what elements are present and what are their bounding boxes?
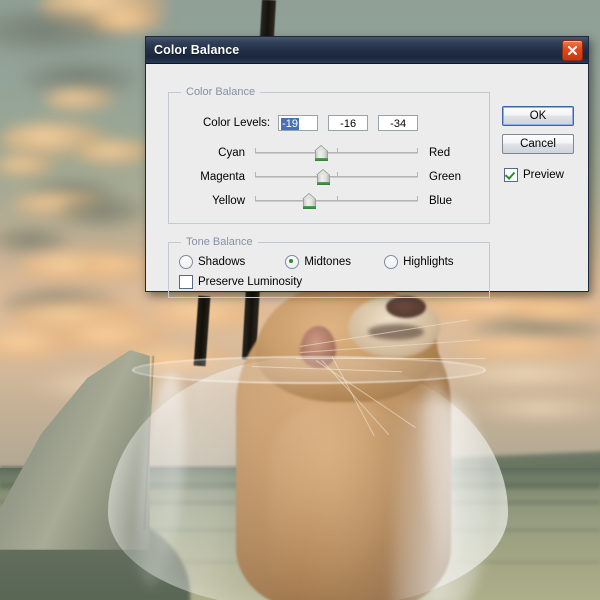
slider-row-yellow-blue: Yellow Blue xyxy=(177,191,481,211)
slider-track-cyan-red[interactable] xyxy=(255,144,418,162)
dialog-titlebar[interactable]: Color Balance xyxy=(146,37,588,64)
radio-midtones-label: Midtones xyxy=(304,256,351,268)
slider-track-magenta-green[interactable] xyxy=(255,168,418,186)
slider-thumb-yellow-blue[interactable] xyxy=(301,193,317,209)
ok-button[interactable]: OK xyxy=(502,106,574,126)
slider-thumb-magenta-green[interactable] xyxy=(316,169,331,185)
radio-highlights[interactable]: Highlights xyxy=(384,255,479,269)
slider-tick-right xyxy=(417,148,418,153)
rodent-mouth xyxy=(368,324,424,340)
color-level-input-cyan-red[interactable]: -19 xyxy=(278,115,319,131)
slider-tick-left xyxy=(255,196,256,201)
radio-highlights-label: Highlights xyxy=(403,256,454,268)
color-levels-row: Color Levels: -19 -16 -34 xyxy=(203,115,428,131)
color-level-input-yellow-blue[interactable]: -34 xyxy=(378,115,419,131)
slider-track-yellow-blue[interactable] xyxy=(255,192,418,210)
radio-shadows[interactable]: Shadows xyxy=(179,255,285,269)
cloud xyxy=(56,196,146,228)
checkbox-icon-checked xyxy=(504,168,518,182)
slider-tick-left xyxy=(255,172,256,177)
slider-label-magenta: Magenta xyxy=(200,171,245,183)
slider-label-blue: Blue xyxy=(429,195,453,207)
preview-checkbox[interactable]: Preview xyxy=(504,168,564,182)
tone-balance-group: Tone Balance Shadows Midtones Highlights… xyxy=(168,236,490,298)
radio-midtones[interactable]: Midtones xyxy=(285,255,384,269)
slider-tick-mid xyxy=(336,172,338,177)
slider-row-cyan-red: Cyan Red xyxy=(177,143,481,163)
cloud xyxy=(470,398,600,420)
slider-thumb-cyan-red[interactable] xyxy=(314,145,329,161)
cloud xyxy=(44,88,118,112)
radio-shadows-label: Shadows xyxy=(198,256,246,268)
radio-icon xyxy=(179,255,193,269)
checkbox-icon xyxy=(179,275,193,289)
cancel-button[interactable]: Cancel xyxy=(502,134,574,154)
close-icon[interactable] xyxy=(562,40,583,61)
slider-tick-mid xyxy=(336,148,338,153)
color-balance-group: Color Balance Color Levels: -19 -16 -34 … xyxy=(168,86,490,224)
slider-label-cyan: Cyan xyxy=(218,147,245,159)
radio-icon xyxy=(384,255,399,269)
slider-label-yellow: Yellow xyxy=(212,195,245,207)
dialog-body: Color Balance Color Levels: -19 -16 -34 … xyxy=(146,64,588,298)
preserve-luminosity-label: Preserve Luminosity xyxy=(198,276,303,288)
preview-label: Preview xyxy=(523,169,564,181)
slider-tick-left xyxy=(255,148,256,153)
color-level-input-magenta-green[interactable]: -16 xyxy=(328,115,369,131)
dialog-title: Color Balance xyxy=(154,43,240,57)
slider-label-red: Red xyxy=(429,147,451,159)
tone-balance-options: Shadows Midtones Highlights xyxy=(179,255,479,269)
slider-row-magenta-green: Magenta Green xyxy=(177,167,481,187)
slider-tick-right xyxy=(417,172,418,177)
slider-label-green: Green xyxy=(429,171,461,183)
slider-tick-right xyxy=(417,196,418,201)
tone-balance-group-legend: Tone Balance xyxy=(181,236,258,248)
preserve-luminosity-checkbox[interactable]: Preserve Luminosity xyxy=(179,275,302,289)
color-balance-dialog: Color Balance Color Balance Color Levels… xyxy=(145,36,589,298)
color-balance-group-legend: Color Balance xyxy=(181,86,261,98)
radio-icon-selected xyxy=(285,255,300,269)
slider-tick-mid xyxy=(336,196,338,201)
color-levels-label: Color Levels: xyxy=(203,117,271,129)
rodent-nose xyxy=(386,296,426,318)
rodent-belly xyxy=(268,400,418,600)
cloud xyxy=(95,8,165,34)
